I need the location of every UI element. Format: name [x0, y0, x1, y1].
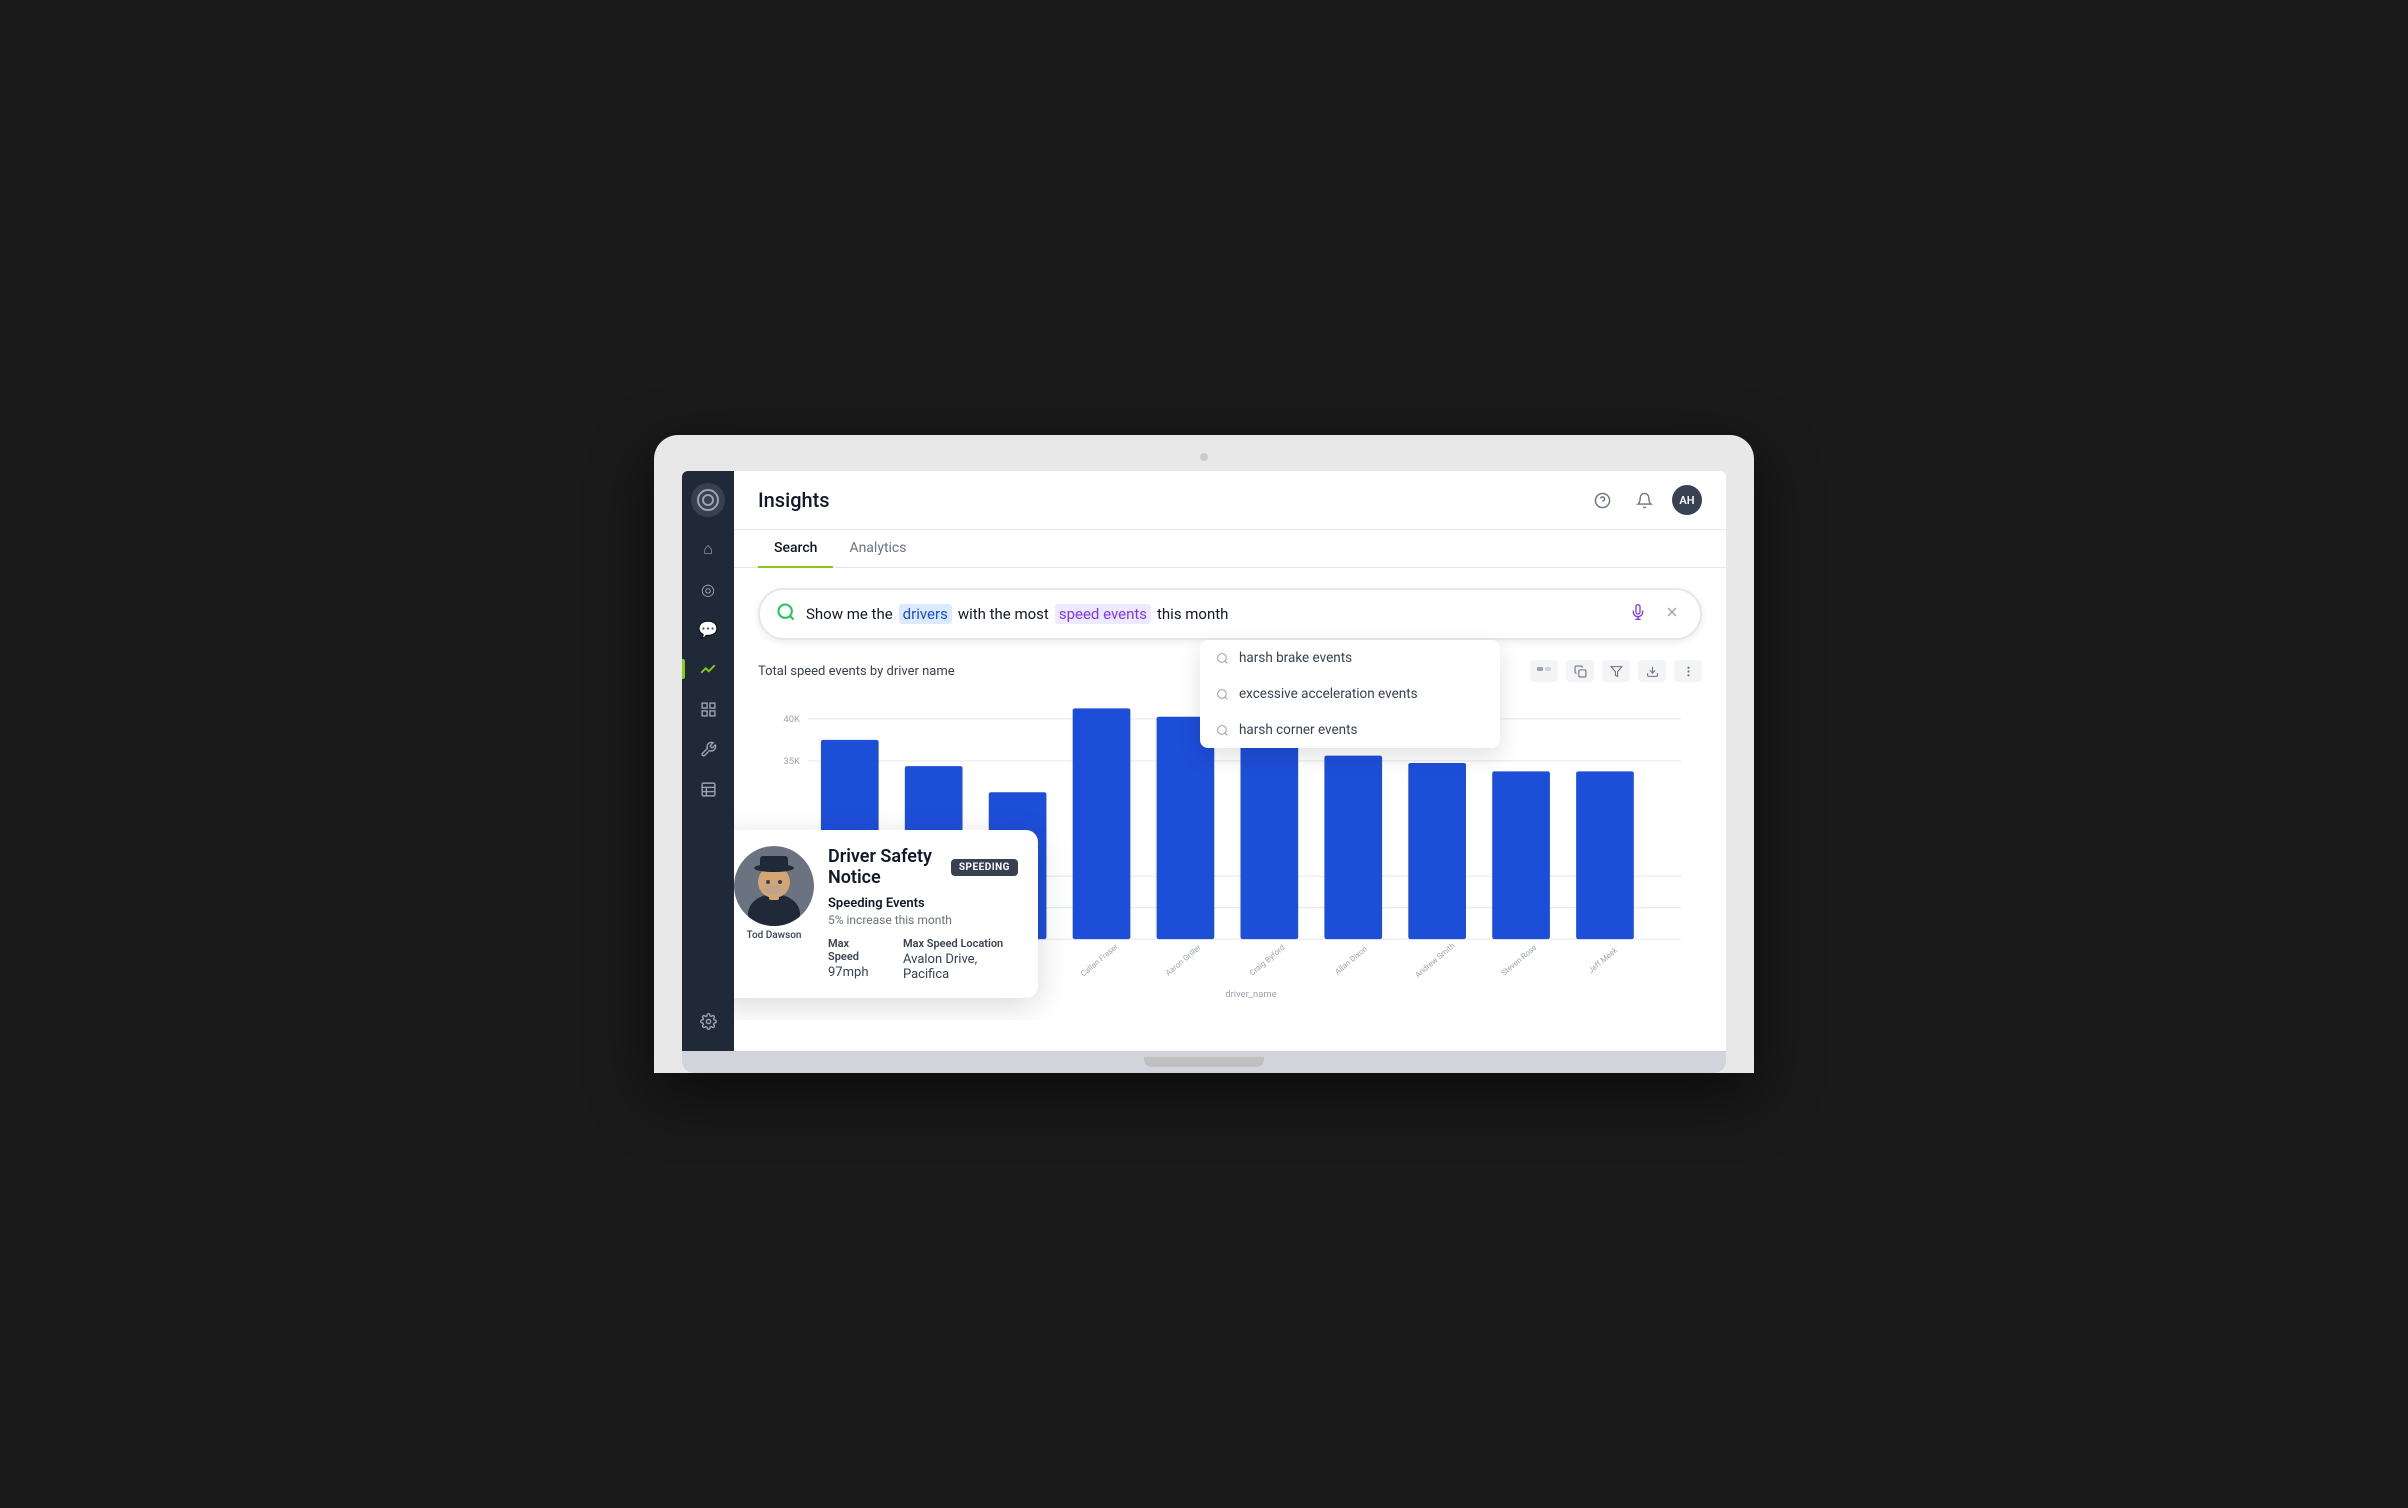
- sidebar: ⌂ ◎ 💬: [682, 471, 734, 1051]
- query-prefix: Show me the: [806, 605, 893, 623]
- bell-icon: [1636, 492, 1653, 509]
- suggestion-search-icon: [1216, 724, 1229, 737]
- suggestion-text: harsh corner events: [1239, 722, 1358, 738]
- event-sub: 5% increase this month: [828, 913, 1018, 927]
- event-label: Speeding Events: [828, 896, 1018, 911]
- speeding-badge: SPEEDING: [951, 859, 1018, 876]
- max-speed-location-label: Max Speed Location: [903, 937, 1018, 950]
- sidebar-item-home[interactable]: ⌂: [688, 531, 728, 567]
- driver-card-header: Driver Safety Notice SPEEDING: [828, 846, 1018, 888]
- sidebar-item-settings[interactable]: [688, 1003, 728, 1039]
- chart-tools: [1530, 660, 1702, 682]
- suggestions-dropdown: harsh brake events excessive acceleratio…: [1200, 640, 1500, 748]
- sidebar-item-analytics[interactable]: [688, 651, 728, 687]
- svg-text:Callan Fraser: Callan Fraser: [1079, 942, 1120, 978]
- chart-title: Total speed events by driver name: [758, 664, 955, 679]
- tab-search[interactable]: Search: [758, 530, 833, 568]
- tools-icon: [700, 741, 717, 758]
- tab-analytics[interactable]: Analytics: [833, 530, 922, 568]
- search-icon: [776, 602, 796, 627]
- sidebar-item-tools[interactable]: [688, 731, 728, 767]
- query-drivers: drivers: [899, 604, 952, 624]
- search-area: Show me the drivers with the most speed …: [734, 568, 1726, 650]
- table-icon: [700, 781, 717, 798]
- suggestion-item[interactable]: excessive acceleration events: [1200, 676, 1500, 712]
- chart-tool-toggle[interactable]: [1530, 660, 1558, 682]
- laptop-base: [682, 1051, 1726, 1073]
- svg-text:Aaron Griller: Aaron Griller: [1164, 943, 1203, 978]
- search-clear-button[interactable]: [1660, 600, 1684, 628]
- chart-tool-filter[interactable]: [1602, 660, 1630, 682]
- chart-tool-more[interactable]: [1674, 660, 1702, 682]
- max-speed-location-group: Max Speed Location Avalon Drive, Pacific…: [903, 937, 1018, 982]
- query-speed-events: speed events: [1055, 604, 1151, 624]
- query-middle: with the most: [958, 605, 1049, 623]
- suggestion-text: excessive acceleration events: [1239, 686, 1418, 702]
- chat-icon: 💬: [698, 620, 718, 639]
- user-avatar[interactable]: AH: [1672, 485, 1702, 515]
- globe-icon: ◎: [701, 580, 715, 599]
- sidebar-item-table[interactable]: [688, 771, 728, 807]
- sidebar-logo[interactable]: [691, 483, 725, 517]
- driver-card-title: Driver Safety Notice: [828, 846, 941, 888]
- svg-text:Craig Byford: Craig Byford: [1248, 943, 1287, 978]
- main-content: Insights A: [734, 471, 1726, 1051]
- svg-text:Allan Dixon: Allan Dixon: [1333, 944, 1369, 976]
- microphone-button[interactable]: [1626, 600, 1650, 628]
- suggestion-text: harsh brake events: [1239, 650, 1352, 666]
- suggestion-item[interactable]: harsh brake events: [1200, 640, 1500, 676]
- svg-text:Steven Ross: Steven Ross: [1500, 943, 1539, 978]
- driver-stats-row: Max Speed 97mph Max Speed Location Avalo…: [828, 937, 1018, 982]
- driver-avatar: [734, 846, 814, 926]
- suggestion-search-icon: [1216, 688, 1229, 701]
- suggestion-item[interactable]: harsh corner events: [1200, 712, 1500, 748]
- home-icon: ⌂: [703, 539, 713, 559]
- laptop-notch: [1144, 1057, 1264, 1067]
- laptop-screen: ⌂ ◎ 💬: [682, 471, 1726, 1051]
- svg-text:40K: 40K: [783, 714, 800, 725]
- max-speed-location-value: Avalon Drive, Pacifica: [903, 952, 1018, 982]
- max-speed-value: 97mph: [828, 965, 879, 980]
- chart-icon: [699, 660, 717, 678]
- suggestion-search-icon: [1216, 652, 1229, 665]
- driver-safety-card: Tod Dawson Driver Safety Notice SPEEDING…: [734, 830, 1038, 998]
- sidebar-item-globe[interactable]: ◎: [688, 571, 728, 607]
- sidebar-item-chat[interactable]: 💬: [688, 611, 728, 647]
- max-speed-label: Max Speed: [828, 937, 879, 963]
- page-title: Insights: [758, 488, 830, 512]
- laptop-camera: [1200, 453, 1208, 461]
- notifications-button[interactable]: [1630, 486, 1658, 514]
- svg-text:Jeff Meek: Jeff Meek: [1587, 946, 1620, 975]
- laptop-frame: ⌂ ◎ 💬: [654, 435, 1754, 1073]
- header: Insights A: [734, 471, 1726, 530]
- sidebar-item-grid[interactable]: [688, 691, 728, 727]
- chart-tool-export[interactable]: [1638, 660, 1666, 682]
- tabs-bar: Search Analytics: [734, 530, 1726, 568]
- query-suffix: this month: [1157, 605, 1228, 623]
- driver-info: Driver Safety Notice SPEEDING Speeding E…: [828, 846, 1018, 982]
- svg-text:driver_name: driver_name: [1225, 989, 1276, 1000]
- chart-tool-copy[interactable]: [1566, 660, 1594, 682]
- search-bar[interactable]: Show me the drivers with the most speed …: [758, 588, 1702, 640]
- settings-icon: [700, 1013, 717, 1030]
- search-query: Show me the drivers with the most speed …: [806, 604, 1616, 624]
- max-speed-group: Max Speed 97mph: [828, 937, 879, 982]
- help-icon: [1594, 492, 1611, 509]
- svg-text:Andrew Smith: Andrew Smith: [1413, 941, 1456, 979]
- driver-name: Tod Dawson: [747, 930, 802, 941]
- help-button[interactable]: [1588, 486, 1616, 514]
- header-actions: AH: [1588, 485, 1702, 515]
- grid-icon: [700, 701, 717, 718]
- svg-text:35K: 35K: [783, 756, 800, 767]
